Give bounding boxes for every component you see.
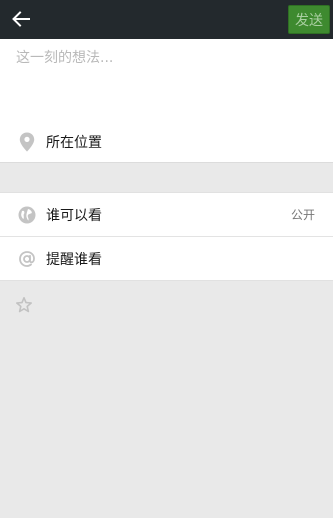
top-bar: 发送 [0, 0, 333, 39]
location-label: 所在位置 [46, 134, 102, 151]
star-icon[interactable] [15, 296, 33, 314]
visibility-row[interactable]: 谁可以看 公开 [0, 192, 333, 236]
location-pin-icon [17, 132, 37, 152]
location-row[interactable]: 所在位置 [0, 121, 333, 162]
visibility-label: 谁可以看 [46, 207, 102, 224]
arrow-left-icon [12, 11, 30, 27]
back-button[interactable] [8, 7, 34, 31]
globe-icon [17, 205, 37, 225]
remind-label: 提醒谁看 [46, 251, 102, 268]
remind-row[interactable]: 提醒谁看 [0, 237, 333, 281]
visibility-value: 公开 [290, 208, 315, 222]
at-icon [17, 249, 37, 269]
post-text-input[interactable] [0, 39, 333, 125]
send-button[interactable]: 发送 [288, 5, 330, 34]
divider [0, 162, 333, 163]
